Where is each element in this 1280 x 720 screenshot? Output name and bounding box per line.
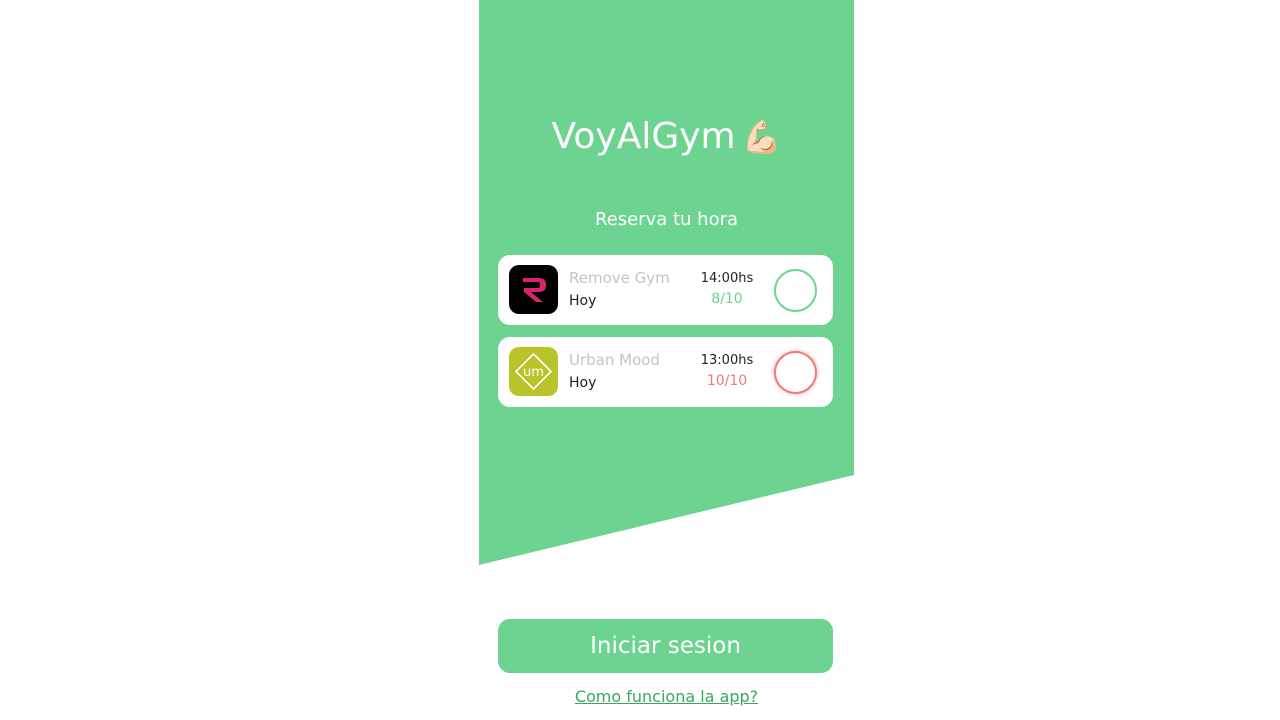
svg-text:um: um bbox=[523, 365, 544, 380]
select-slot-button[interactable] bbox=[774, 351, 817, 394]
login-button[interactable]: Iniciar sesion bbox=[498, 619, 833, 673]
booking-day: Hoy bbox=[569, 293, 597, 309]
urban-mood-logo-icon: um bbox=[509, 347, 558, 396]
app-screen: VoyAlGym 💪🏻 Reserva tu hora Remove Gym Ho… bbox=[479, 0, 854, 720]
booking-day: Hoy bbox=[569, 375, 597, 391]
slots-count: 8/10 bbox=[711, 291, 743, 307]
booking-heading: Reserva tu hora bbox=[594, 209, 739, 230]
gym-name: Remove Gym bbox=[569, 269, 670, 287]
flexed-biceps-icon: 💪🏻 bbox=[741, 118, 782, 156]
remove-gym-logo-icon bbox=[509, 265, 558, 314]
booking-time: 14:00hs bbox=[700, 271, 754, 286]
app-title: VoyAlGym 💪🏻 bbox=[479, 110, 854, 164]
select-slot-button[interactable] bbox=[774, 269, 817, 312]
gym-name: Urban Mood bbox=[569, 351, 660, 369]
how-it-works-link[interactable]: Como funciona la app? bbox=[479, 686, 854, 708]
booking-time: 13:00hs bbox=[700, 353, 754, 368]
slots-count: 10/10 bbox=[706, 373, 748, 389]
gym-card-remove-gym[interactable]: Remove Gym Hoy 14:00hs 8/10 bbox=[498, 255, 833, 325]
app-title-text: VoyAlGym bbox=[551, 116, 736, 157]
gym-card-urban-mood[interactable]: um Urban Mood Hoy 13:00hs 10/10 bbox=[498, 337, 833, 407]
